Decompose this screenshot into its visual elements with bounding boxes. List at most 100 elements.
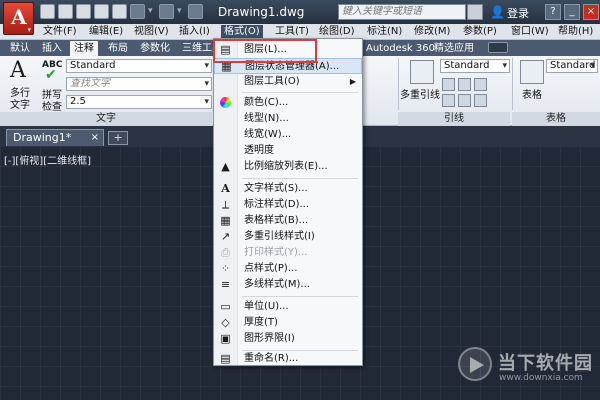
- quick-access-toolbar: ▾ ▾: [40, 4, 203, 20]
- menu-item-layer-tools[interactable]: 图层工具(O) ▶: [214, 74, 362, 90]
- point-style-icon: ⁘: [220, 262, 231, 275]
- help-icon[interactable]: ?: [545, 4, 561, 20]
- menu-item-transparency[interactable]: 透明度: [214, 143, 362, 159]
- menu-draw[interactable]: 绘图(D): [316, 25, 358, 39]
- autocad-logo-icon: A: [11, 5, 27, 29]
- limits-icon: ▣: [220, 332, 231, 345]
- menu-help[interactable]: 帮助(H): [555, 25, 596, 39]
- menu-item-mline-style[interactable]: ≡ 多线样式(M)...: [214, 277, 362, 293]
- add-leader-icon[interactable]: [442, 78, 455, 91]
- ribbon-minimize-button[interactable]: [488, 42, 508, 53]
- app-menu-button[interactable]: A ▾: [3, 2, 34, 35]
- multiline-text-icon[interactable]: A: [10, 58, 26, 83]
- thickness-icon: ◇: [221, 316, 230, 329]
- tab-featured-apps[interactable]: 精选应用: [430, 41, 478, 56]
- text-style-icon: A: [221, 182, 230, 195]
- multileader-icon[interactable]: [410, 60, 434, 84]
- print-icon[interactable]: [112, 4, 127, 19]
- menu-item-mleader-style[interactable]: ↗ 多重引线样式(I): [214, 229, 362, 245]
- align-leader-icon[interactable]: [474, 78, 487, 91]
- menu-item-linetype[interactable]: 线型(N)...: [214, 111, 362, 127]
- remove-leader-icon[interactable]: [458, 78, 471, 91]
- leader-option-icon[interactable]: [474, 94, 487, 107]
- watermark-name: 当下软件园: [498, 353, 593, 374]
- tab-annotate[interactable]: 注释: [70, 41, 98, 56]
- tab-drawing1[interactable]: Drawing1* ×: [6, 129, 104, 146]
- chevron-down-icon[interactable]: ▾: [148, 4, 156, 20]
- save-as-icon[interactable]: [94, 4, 109, 19]
- save-icon[interactable]: [76, 4, 91, 19]
- table-panel-title[interactable]: 表格: [512, 112, 600, 126]
- close-icon[interactable]: ×: [91, 130, 99, 145]
- menu-item-text-style[interactable]: A 文字样式(S)...: [214, 181, 362, 197]
- tab-autodesk-360[interactable]: Autodesk 360: [362, 41, 439, 56]
- ribbon-separator: [398, 58, 399, 110]
- mleader-style-icon: ↗: [220, 230, 231, 243]
- menu-item-units[interactable]: ▭ 单位(U)...: [214, 299, 362, 315]
- collect-leader-icon[interactable]: [442, 94, 455, 107]
- plot-style-icon: ⎙: [221, 246, 230, 259]
- close-icon[interactable]: ×: [583, 4, 599, 20]
- open-file-icon[interactable]: [58, 4, 73, 19]
- minimize-icon[interactable]: _: [564, 4, 580, 20]
- menu-format[interactable]: 格式(O): [221, 25, 263, 39]
- table-style-select[interactable]: Standard: [546, 59, 598, 73]
- menu-item-color[interactable]: 颜色(C)...: [214, 95, 362, 111]
- menu-edit[interactable]: 编辑(E): [86, 25, 126, 39]
- watermark-play-icon: [458, 347, 492, 381]
- multileader-style-select[interactable]: Standard: [440, 59, 510, 73]
- leader-panel-title[interactable]: 引线: [398, 112, 510, 126]
- menu-item-lineweight[interactable]: 线宽(W)...: [214, 127, 362, 143]
- new-file-icon[interactable]: [40, 4, 55, 19]
- text-panel-title[interactable]: 文字: [0, 112, 212, 126]
- multiline-text-label-2[interactable]: 文字: [10, 96, 30, 111]
- leader-option-icon[interactable]: [458, 94, 471, 107]
- ribbon-separator: [512, 58, 513, 110]
- tab-layout[interactable]: 布局: [104, 41, 132, 56]
- menu-dimension[interactable]: 标注(N): [364, 25, 405, 39]
- redo-icon[interactable]: [159, 4, 174, 19]
- scale-list-icon: ▲: [221, 160, 230, 173]
- table-label[interactable]: 表格: [522, 86, 542, 101]
- menu-insert[interactable]: 插入(I): [176, 25, 213, 39]
- customize-toolbar-icon[interactable]: [188, 4, 203, 19]
- color-wheel-icon: [220, 97, 231, 108]
- undo-icon[interactable]: [130, 4, 145, 19]
- search-icon[interactable]: [467, 4, 483, 20]
- chevron-right-icon: ▶: [349, 77, 356, 86]
- menu-item-dim-style[interactable]: ⟂ 标注样式(D)...: [214, 197, 362, 213]
- table-icon[interactable]: [520, 60, 544, 84]
- menu-item-scale-list[interactable]: ▲ 比例缩放列表(E)...: [214, 159, 362, 175]
- rename-icon: ▤: [220, 352, 231, 365]
- watermark-url: www.downxia.com: [499, 373, 583, 383]
- find-text-input[interactable]: 查找文字: [66, 77, 212, 91]
- text-height-select[interactable]: 2.5: [66, 95, 212, 109]
- menu-modify[interactable]: 修改(M): [411, 25, 453, 39]
- menu-window[interactable]: 窗口(W): [508, 25, 552, 39]
- login-button[interactable]: 登录: [507, 5, 529, 21]
- menu-item-drawing-limits[interactable]: ▣ 图形界限(I): [214, 331, 362, 347]
- multileader-label[interactable]: 多重引线: [400, 86, 440, 101]
- menu-item-point-style[interactable]: ⁘ 点样式(P)...: [214, 261, 362, 277]
- menu-parametric[interactable]: 参数(P): [460, 25, 500, 39]
- dim-style-icon: ⟂: [221, 198, 230, 211]
- menu-item-table-style[interactable]: ▦ 表格样式(B)...: [214, 213, 362, 229]
- menu-item-rename[interactable]: ▤ 重命名(R)...: [214, 351, 362, 367]
- format-menu-dropdown: ▤ 图层(L)... ▦ 图层状态管理器(A)... 图层工具(O) ▶ 颜色(…: [213, 38, 363, 366]
- text-style-select[interactable]: Standard: [66, 59, 212, 73]
- mline-style-icon: ≡: [220, 278, 231, 291]
- tab-default[interactable]: 默认: [6, 41, 34, 56]
- search-input[interactable]: 键入关键字或短语: [338, 4, 466, 20]
- chevron-down-icon[interactable]: ▾: [177, 4, 185, 20]
- menu-file[interactable]: 文件(F): [40, 25, 80, 39]
- viewport-controls[interactable]: [-][俯视][二维线框]: [4, 152, 91, 167]
- new-tab-button[interactable]: +: [108, 131, 128, 145]
- tab-insert[interactable]: 插入: [38, 41, 66, 56]
- tab-parametric[interactable]: 参数化: [136, 41, 174, 56]
- spell-check-label-2[interactable]: 检查: [42, 98, 62, 113]
- menu-item-thickness[interactable]: ◇ 厚度(T): [214, 315, 362, 331]
- checkmark-icon[interactable]: ✔: [45, 67, 57, 83]
- menu-view[interactable]: 视图(V): [131, 25, 172, 39]
- menu-tools[interactable]: 工具(T): [272, 25, 312, 39]
- user-icon[interactable]: 👤: [490, 5, 505, 19]
